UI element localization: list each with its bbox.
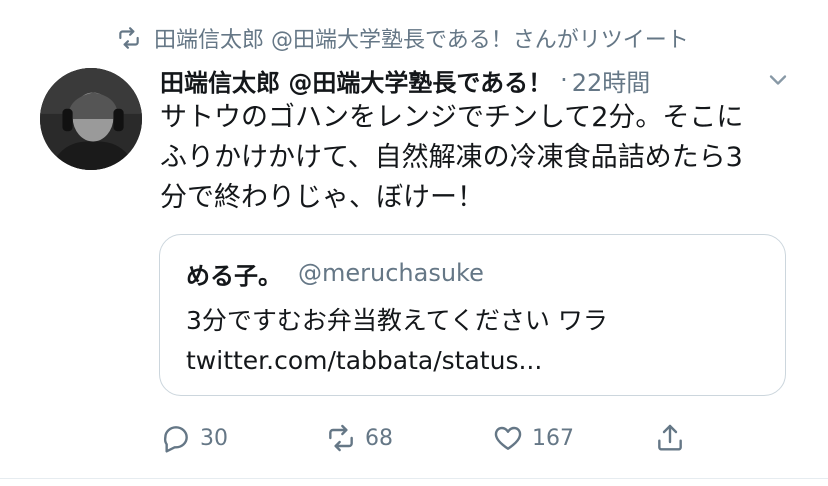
quoted-text-line: 3分ですむお弁当教えてください ワラ (186, 306, 608, 335)
avatar[interactable] (40, 68, 142, 170)
retweet-icon (325, 422, 357, 454)
quoted-tweet-text: 3分ですむお弁当教えてください ワラ twitter.com/tabbata/s… (186, 301, 608, 381)
tweet-header: 田端信太郎 @田端大学塾長である！ · 22時間 (160, 60, 778, 100)
retweet-count: 68 (365, 425, 393, 451)
like-button[interactable]: 167 (492, 418, 574, 458)
like-count: 167 (532, 425, 574, 451)
reply-button[interactable]: 30 (160, 418, 228, 458)
quoted-tweet-header: める子。 @meruchasuke (186, 255, 484, 291)
reply-count: 30 (200, 425, 228, 451)
tweet-divider (0, 478, 828, 479)
quoted-display-name: める子。 (186, 261, 282, 290)
tweet-text: サトウのゴハンをレンジでチンして2分。そこに ふりかけかけて、自然解凍の冷凍食品… (160, 98, 800, 218)
tweet-actions: 30 68 167 (160, 418, 700, 458)
display-name[interactable]: 田端信太郎 @田端大学塾長である！ (160, 63, 552, 98)
reply-icon (160, 422, 192, 454)
retweet-button[interactable]: 68 (325, 418, 393, 458)
tweet-text-line: サトウのゴハンをレンジでチンして2分。そこに (160, 102, 744, 133)
retweet-icon (116, 25, 142, 51)
tweet-text-line: ふりかけかけて、自然解凍の冷凍食品詰めたら3 (160, 142, 743, 173)
quoted-link[interactable]: twitter.com/tabbata/status... (186, 341, 608, 381)
retweet-context-text[interactable]: 田端信太郎 @田端大学塾長である！さんがリツイート (154, 22, 689, 54)
chevron-down-icon[interactable] (764, 66, 792, 94)
tweet-text-line: 分で終わりじゃ、ぼけー！ (160, 182, 484, 213)
quoted-tweet-card[interactable]: める子。 @meruchasuke 3分ですむお弁当教えてください ワラ twi… (159, 234, 786, 396)
heart-icon (492, 422, 524, 454)
quoted-handle: @meruchasuke (298, 259, 484, 287)
share-button[interactable] (654, 418, 686, 458)
share-icon (654, 422, 686, 454)
timestamp[interactable]: 22時間 (572, 63, 651, 98)
separator-dot: · (560, 66, 568, 94)
retweet-context: 田端信太郎 @田端大学塾長である！さんがリツイート (116, 22, 689, 54)
